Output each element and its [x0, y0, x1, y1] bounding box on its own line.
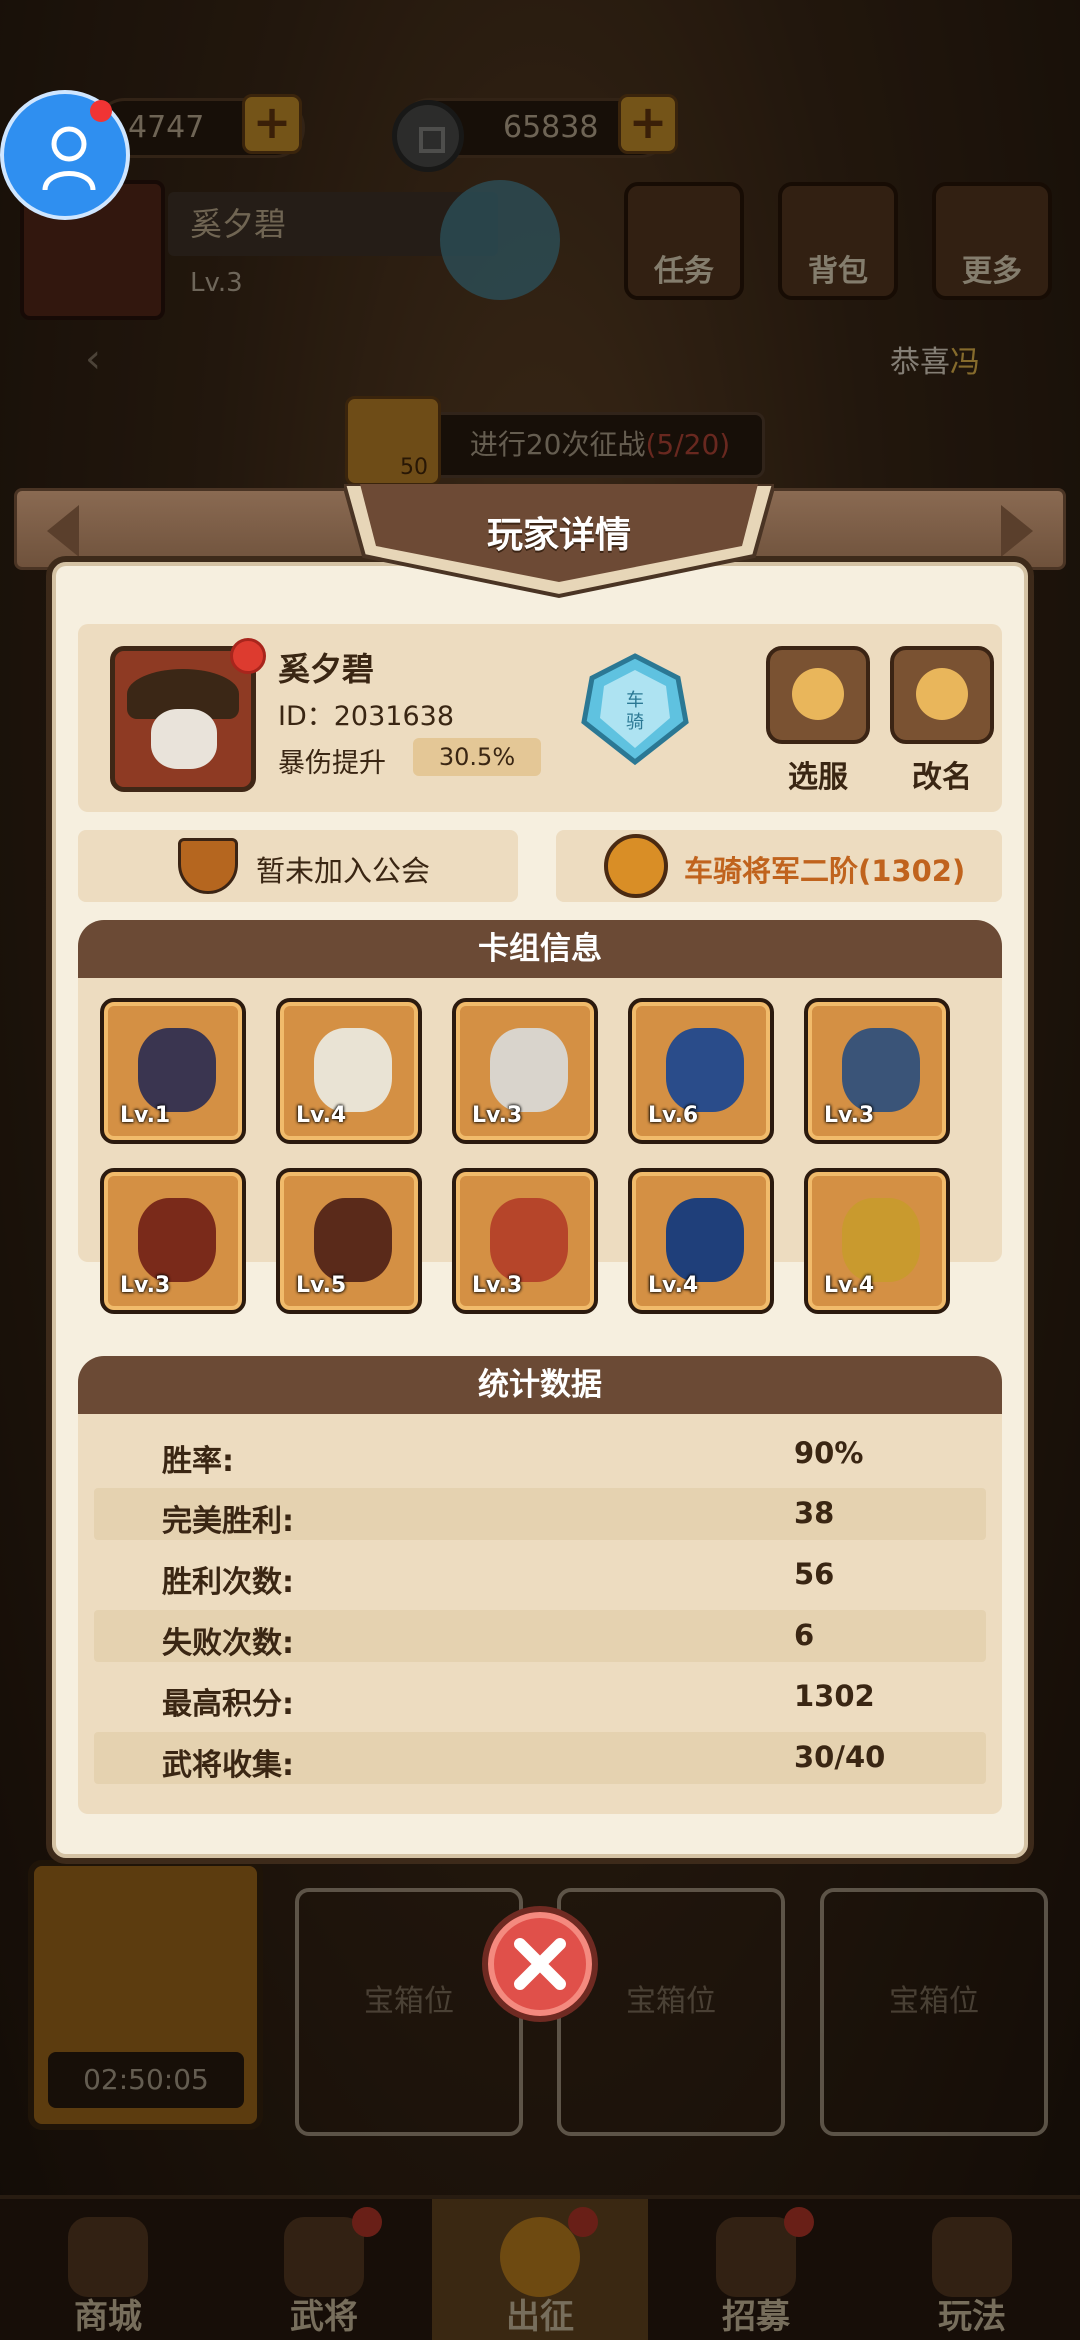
hero-level: Lv.1 [120, 1103, 171, 1128]
hero-card[interactable]: Lv.5 [276, 1168, 422, 1314]
rename-button[interactable] [890, 646, 994, 744]
shield-icon [178, 838, 238, 894]
change-server-label: 选服 [788, 760, 848, 795]
hero-card[interactable]: Lv.6 [628, 998, 774, 1144]
face-shape [151, 709, 217, 769]
user-icon [42, 126, 96, 191]
stat-value: 1302 [794, 1679, 875, 1713]
hero-level: Lv.5 [296, 1273, 347, 1298]
emblem-text-bottom: 骑 [626, 712, 644, 733]
hero-portrait [490, 1028, 568, 1112]
change-server-button[interactable] [766, 646, 870, 744]
hero-portrait [138, 1198, 216, 1282]
modal-title: 玩家详情 [486, 515, 631, 556]
hero-level: Lv.4 [824, 1273, 875, 1298]
hero-portrait [842, 1198, 920, 1282]
hero-card[interactable]: Lv.3 [452, 1168, 598, 1314]
guild-status[interactable]: 暂未加入公会 [78, 830, 518, 902]
rank-emblem-icon: 车 骑 [581, 653, 689, 766]
hero-level: Lv.4 [648, 1273, 699, 1298]
hero-card[interactable]: Lv.3 [452, 998, 598, 1144]
hero-portrait [666, 1198, 744, 1282]
player-name: 奚夕碧 [278, 650, 375, 688]
hero-level: Lv.3 [824, 1103, 875, 1128]
crit-label: 暴伤提升 [278, 748, 386, 779]
stat-value: 6 [794, 1618, 815, 1652]
guild-status-text: 暂未加入公会 [256, 854, 431, 888]
stat-label: 完美胜利: [162, 1504, 294, 1539]
hero-portrait [842, 1028, 920, 1112]
player-id: ID：2031638 [278, 701, 455, 732]
stat-label: 胜率: [162, 1444, 234, 1479]
stat-label: 武将收集: [162, 1748, 294, 1783]
notification-dot [230, 638, 266, 674]
close-icon [514, 1938, 566, 1990]
deck-grid: Lv.1 Lv.4 Lv.3 Lv.6 Lv.3 Lv.3 Lv.5 Lv.3 … [78, 978, 1002, 1314]
hero-card[interactable]: Lv.4 [804, 1168, 950, 1314]
stats-section-header: 统计数据 [78, 1356, 1002, 1414]
deck-section-header: 卡组信息 [78, 920, 1002, 978]
stat-value: 38 [794, 1496, 835, 1530]
close-button[interactable] [482, 1906, 598, 2022]
hero-portrait [490, 1198, 568, 1282]
hero-portrait [314, 1028, 392, 1112]
emblem-text-top: 车 [626, 690, 644, 711]
stat-row: 胜率: 90% [94, 1428, 986, 1480]
account-avatar-button[interactable] [0, 90, 130, 220]
hero-card[interactable]: Lv.4 [276, 998, 422, 1144]
hero-card[interactable]: Lv.3 [804, 998, 950, 1144]
stat-value: 56 [794, 1557, 835, 1591]
stat-label: 胜利次数: [162, 1565, 294, 1600]
hero-level: Lv.3 [472, 1103, 523, 1128]
hero-level: Lv.6 [648, 1103, 699, 1128]
stat-label: 最高积分: [162, 1687, 294, 1722]
pencil-icon [916, 668, 968, 720]
hero-portrait [666, 1028, 744, 1112]
stat-value: 30/40 [794, 1740, 886, 1774]
hero-card[interactable]: Lv.1 [100, 998, 246, 1144]
stat-row: 胜利次数: 56 [94, 1549, 986, 1601]
hero-level: Lv.3 [472, 1273, 523, 1298]
refresh-icon [792, 668, 844, 720]
medal-icon [604, 834, 668, 898]
profile-card: 奚夕碧 ID：2031638 暴伤提升 30.5% 车 骑 选服 改名 [78, 624, 1002, 812]
stat-value: 90% [794, 1436, 864, 1470]
notification-dot [90, 100, 112, 122]
stat-row: 武将收集: 30/40 [94, 1732, 986, 1784]
hero-level: Lv.3 [120, 1273, 171, 1298]
hero-card[interactable]: Lv.3 [100, 1168, 246, 1314]
hero-card[interactable]: Lv.4 [628, 1168, 774, 1314]
hero-portrait [138, 1028, 216, 1112]
stat-row: 最高积分: 1302 [94, 1671, 986, 1723]
rank-status[interactable]: 车骑将军二阶(1302) [556, 830, 1002, 902]
stat-row: 完美胜利: 38 [94, 1488, 986, 1540]
hero-portrait [314, 1198, 392, 1282]
rank-status-text: 车骑将军二阶(1302) [684, 854, 966, 888]
hero-level: Lv.4 [296, 1103, 347, 1128]
stat-label: 失败次数: [162, 1626, 294, 1661]
crit-value: 30.5% [413, 738, 541, 776]
rename-label: 改名 [912, 760, 972, 795]
stat-row: 失败次数: 6 [94, 1610, 986, 1662]
